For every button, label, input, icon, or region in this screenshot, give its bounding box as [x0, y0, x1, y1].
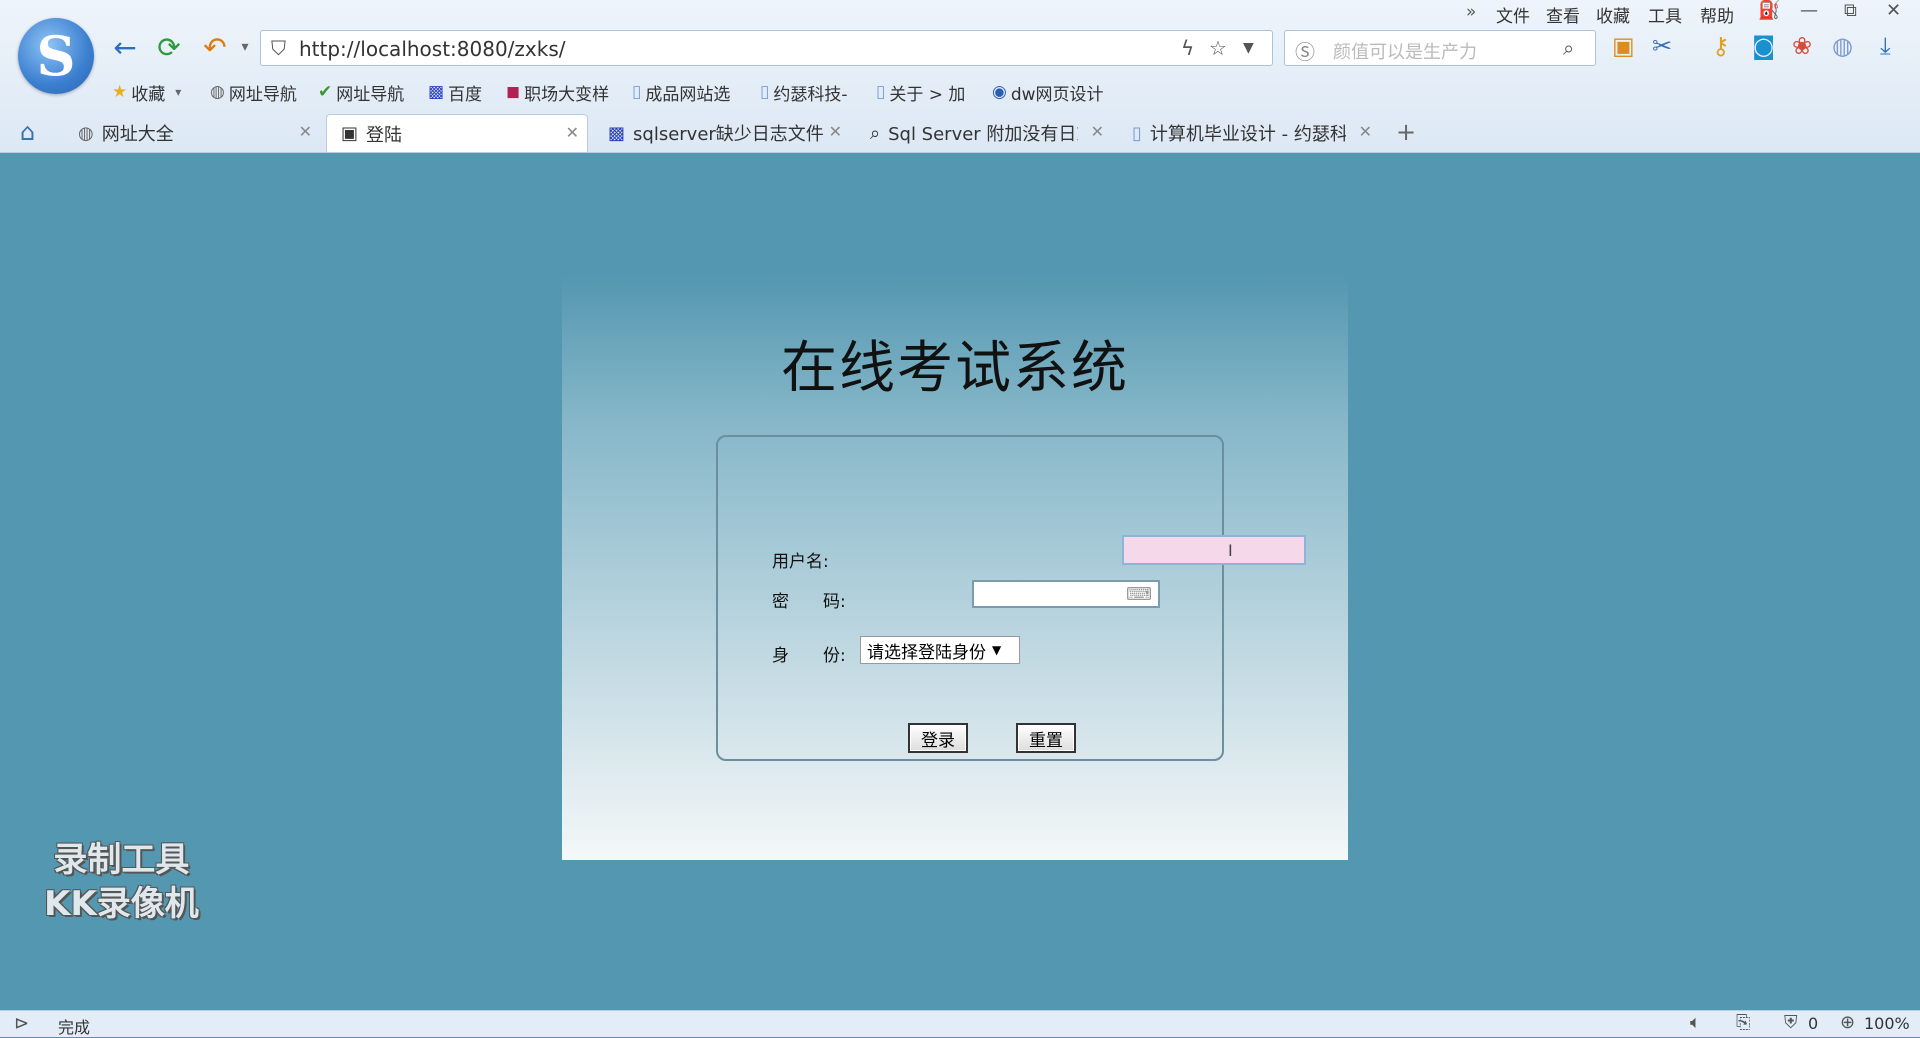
page-icon: ▯: [760, 82, 770, 102]
back-icon[interactable]: ←: [108, 30, 142, 64]
bookmark-yuese[interactable]: ▯ 约瑟科技-: [760, 80, 848, 105]
globe-tool-icon[interactable]: ◍: [1832, 32, 1853, 60]
tab-bar: ⌂ ◍ 网址大全 ✕ ▣ 登陆 ✕ ▩ sqlserver缺少日志文件 ✕ ⌕ Sql Ser…: [0, 114, 1920, 152]
menu-favorites[interactable]: 收藏: [1596, 2, 1630, 27]
skin-icon[interactable]: ⛽: [1758, 0, 1780, 21]
undo-dropdown-icon[interactable]: ▾: [228, 30, 262, 64]
tab-graduation[interactable]: ▯ 计算机毕业设计 - 约瑟科 ✕: [1118, 114, 1380, 152]
tab-wangzhidaquan[interactable]: ◍ 网址大全 ✕: [64, 114, 320, 152]
undo-icon[interactable]: ↶: [198, 30, 232, 64]
close-icon[interactable]: ✕: [1091, 122, 1104, 141]
close-icon[interactable]: ✕: [566, 123, 579, 142]
app-icon[interactable]: ❀: [1792, 32, 1812, 60]
login-form: 用户名: I 密 码: ⌨ 身 份: 请选择登陆身份 ▼ 登录 重置: [716, 435, 1306, 761]
menu-view[interactable]: 查看: [1546, 2, 1580, 27]
search-icon[interactable]: ⌕: [1563, 36, 1574, 60]
close-icon[interactable]: ✕: [1886, 0, 1901, 21]
browser-chrome: S ← ⟳ ↶ ▾ ⛉ http://localhost:8080/zxks/ …: [0, 0, 1920, 153]
search-icon: ⌕: [870, 122, 881, 144]
page-icon: ▯: [632, 82, 642, 102]
login-button[interactable]: 登录: [908, 723, 968, 753]
browser-logo[interactable]: S: [18, 18, 94, 94]
address-dropdown-icon[interactable]: ▼: [1243, 40, 1254, 56]
star-icon: ★: [112, 82, 128, 102]
username-input[interactable]: I: [1122, 535, 1306, 565]
username-label: 用户名:: [772, 552, 829, 572]
tab-sqlserver-attach[interactable]: ⌕ Sql Server 附加没有日志 ✕: [856, 114, 1112, 152]
address-text: http://localhost:8080/zxks/: [299, 37, 566, 61]
device-icon[interactable]: ⎘: [1736, 1012, 1750, 1033]
close-icon[interactable]: ✕: [829, 122, 842, 141]
bookmark-career[interactable]: ◼ 职场大变样: [506, 80, 609, 105]
menu-file[interactable]: 文件: [1496, 2, 1530, 27]
page-icon: ▣: [341, 123, 359, 144]
search-engine-icon: Ⓢ: [1295, 40, 1315, 64]
paw-icon: ▩: [428, 82, 445, 102]
bookmark-nav-2[interactable]: ✔ 网址导航: [318, 80, 404, 105]
bookmark-baidu[interactable]: ▩ 百度: [428, 80, 482, 105]
minimize-icon[interactable]: —: [1800, 0, 1818, 21]
login-panel: 在线考试系统 用户名: I 密 码: ⌨ 身 份: 请选择登陆身份 ▼ 登录 重…: [562, 275, 1348, 860]
zoom-icon[interactable]: ⊕: [1840, 1012, 1855, 1033]
bookmark-dw[interactable]: ◉ dw网页设计: [992, 80, 1104, 105]
app-icon: ◼: [506, 82, 521, 102]
lightning-icon[interactable]: ϟ: [1181, 36, 1194, 60]
close-icon[interactable]: ✕: [1359, 122, 1372, 141]
more-icon[interactable]: »: [1466, 2, 1476, 22]
chevron-down-icon: ▾: [175, 85, 182, 99]
bookmark-sites[interactable]: ▯ 成品网站选: [632, 80, 730, 105]
search-tool-icon[interactable]: ◙: [1752, 32, 1775, 60]
bookmark-favorites[interactable]: ★ 收藏 ▾: [112, 80, 182, 105]
sidebar-toggle-icon[interactable]: ⊳: [14, 1013, 29, 1034]
globe-icon: ◍: [78, 122, 94, 144]
restore-icon[interactable]: ⧉: [1844, 0, 1857, 21]
star-icon[interactable]: ☆: [1209, 36, 1227, 60]
key-icon[interactable]: ⚷: [1712, 32, 1730, 60]
volume-icon[interactable]: 🔈︎: [1690, 1012, 1701, 1033]
eye-icon: ◉: [992, 82, 1007, 102]
adblock-count: 0: [1808, 1014, 1819, 1033]
bookmark-about[interactable]: ▯ 关于 > 加: [876, 80, 965, 105]
recorder-watermark: 录制工具 KK录像机: [44, 840, 199, 924]
refresh-icon[interactable]: ⟳: [152, 30, 186, 64]
reset-button[interactable]: 重置: [1016, 723, 1076, 753]
keyboard-icon[interactable]: ⌨: [1126, 584, 1152, 605]
password-label: 密 码:: [772, 592, 846, 612]
chevron-down-icon: ▼: [992, 643, 1002, 657]
password-input[interactable]: ⌨: [972, 580, 1160, 608]
adblock-icon[interactable]: ⛨: [1784, 1012, 1798, 1033]
download-icon[interactable]: ⤓: [1880, 32, 1891, 60]
page-title: 在线考试系统: [781, 336, 1129, 401]
search-input[interactable]: 颜值可以是生产力: [1333, 38, 1477, 64]
status-text: 完成: [58, 1018, 91, 1037]
shield-icon: ⛉: [271, 36, 286, 60]
page-icon: ▯: [1132, 122, 1142, 144]
menu-help[interactable]: 帮助: [1700, 2, 1734, 27]
globe-icon: ◍: [210, 82, 225, 102]
zoom-level[interactable]: 100%: [1864, 1014, 1910, 1033]
close-icon[interactable]: ✕: [299, 122, 312, 141]
page-icon: ▯: [876, 82, 886, 102]
menu-tools[interactable]: 工具: [1648, 2, 1682, 27]
bookmark-nav-1[interactable]: ◍ 网址导航: [210, 80, 297, 105]
tab-login[interactable]: ▣ 登陆 ✕: [326, 114, 588, 152]
role-select[interactable]: 请选择登陆身份 ▼: [860, 636, 1020, 664]
screenshot-icon[interactable]: ▣: [1612, 32, 1635, 60]
scissors-icon[interactable]: ✂: [1652, 32, 1672, 60]
text-cursor-icon: I: [1228, 541, 1233, 560]
paw-icon: ▩: [608, 122, 626, 144]
home-icon[interactable]: ⌂: [20, 118, 35, 146]
tab-sqlserver-log[interactable]: ▩ sqlserver缺少日志文件 ✕: [594, 114, 850, 152]
search-box[interactable]: Ⓢ 颜值可以是生产力 ⌕: [1284, 30, 1596, 66]
address-bar[interactable]: ⛉ http://localhost:8080/zxks/ ϟ ☆ ▼: [260, 30, 1273, 66]
role-label: 身 份:: [772, 646, 846, 666]
checkmark-icon: ✔: [318, 82, 333, 102]
new-tab-icon[interactable]: +: [1396, 118, 1416, 146]
status-bar: ⊳ 完成 🔈︎ ⎘ ⛨ 0 ⊕ 100%: [0, 1010, 1920, 1037]
